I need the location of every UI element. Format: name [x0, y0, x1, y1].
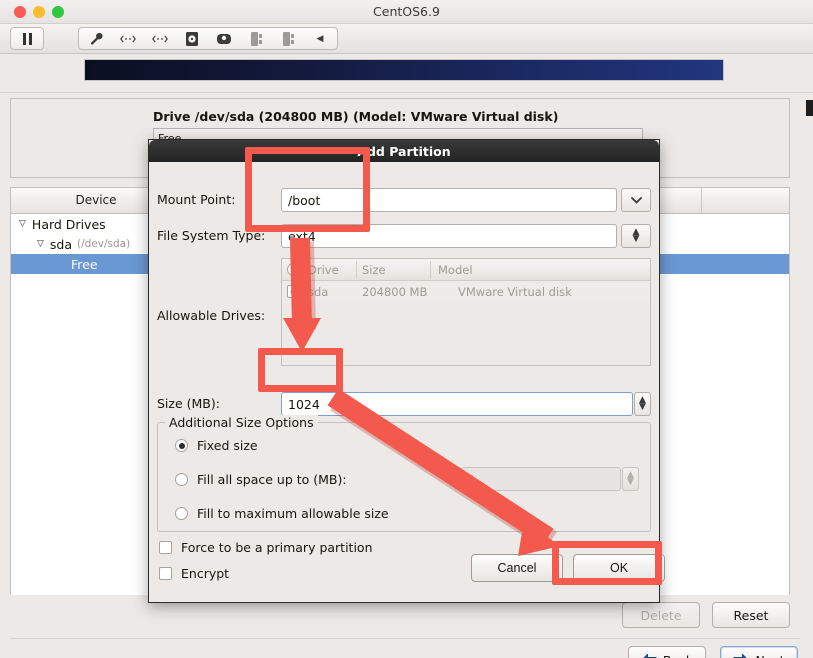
tree-item-label: sda [50, 237, 72, 252]
mount-point-label: Mount Point: [157, 192, 235, 207]
up-down-arrows-icon[interactable]: ▲▼ [621, 224, 651, 248]
size-label: Size (MB): [157, 396, 220, 411]
tree-item-label: Hard Drives [32, 217, 106, 232]
drive-row-model: VMware Virtual disk [458, 285, 572, 299]
harddisk-icon[interactable] [176, 28, 208, 49]
footer-separator [10, 638, 800, 639]
checkbox-label: Force to be a primary partition [181, 540, 373, 555]
allowable-drives-header: Drive Size Model [282, 259, 650, 281]
file-system-type-select[interactable]: ext4 [281, 224, 617, 248]
column-divider-6[interactable] [701, 188, 702, 214]
column-header-model[interactable]: Model [438, 263, 473, 277]
screen-root: CentOS6.9 [0, 0, 813, 658]
drive-row-size: 204800 MB [362, 285, 427, 299]
cdrom-icon[interactable] [208, 28, 240, 49]
checkbox-icon[interactable] [159, 567, 172, 580]
expander-triangle-icon[interactable]: ▽ [37, 239, 44, 249]
additional-size-options-legend: Additional Size Options [165, 415, 318, 430]
size-stepper[interactable]: ▲▼ [634, 392, 651, 416]
back-button[interactable]: Back [628, 646, 706, 658]
drive-row-name: sda [308, 285, 328, 299]
fill-all-space-stepper: ▲▼ [622, 467, 639, 491]
chevron-down-icon[interactable] [621, 188, 651, 212]
window-title: CentOS6.9 [0, 4, 813, 19]
wrench-icon[interactable] [80, 28, 112, 49]
tree-item-device-path: (/dev/sda) [77, 238, 130, 250]
fill-all-space-input: 1 [461, 467, 621, 491]
network-icon-2[interactable] [144, 28, 176, 49]
allowable-drives-table: Drive Size Model ✓ sda 204800 MB VMware … [281, 258, 651, 366]
partition-action-row: Delete Reset [10, 602, 800, 632]
drives-column-divider-1[interactable] [356, 261, 357, 279]
banner-separator [0, 92, 813, 93]
next-arrow-icon [733, 654, 749, 658]
file-system-type-label: File System Type: [157, 228, 265, 243]
column-header-drive[interactable]: Drive [308, 263, 339, 277]
size-input[interactable]: 1024 [281, 392, 633, 416]
dialog-title: Add Partition [149, 140, 659, 162]
back-button-label: Back [663, 653, 693, 658]
next-button-label: Next [755, 653, 784, 658]
radio-icon[interactable] [175, 473, 188, 486]
pause-button[interactable] [10, 27, 44, 50]
pause-icon [23, 33, 32, 45]
checkbox-icon[interactable] [159, 541, 172, 554]
checkbox-encrypt[interactable]: Encrypt [159, 566, 229, 581]
allowable-drives-row[interactable]: ✓ sda 204800 MB VMware Virtual disk [282, 281, 650, 303]
installer-banner [84, 59, 724, 81]
drive-row-checkbox[interactable]: ✓ [287, 285, 300, 298]
collapse-arrow-icon[interactable]: ◀ [304, 28, 336, 49]
vm-toolbar: ◀ [0, 24, 813, 54]
checkbox-label: Encrypt [181, 566, 229, 581]
next-button[interactable]: Next [720, 646, 798, 658]
reset-button[interactable]: Reset [712, 602, 790, 628]
back-arrow-icon [641, 654, 657, 658]
radio-fixed-size[interactable]: Fixed size [175, 438, 258, 453]
network-icon-1[interactable] [112, 28, 144, 49]
radio-label: Fixed size [197, 438, 258, 453]
drive-title: Drive /dev/sda (204800 MB) (Model: VMwar… [153, 109, 558, 124]
radio-label: Fill all space up to (MB): [197, 472, 347, 487]
drives-column-divider-2[interactable] [430, 261, 431, 279]
usb-icon-1[interactable] [240, 28, 272, 49]
expander-triangle-icon[interactable]: ▽ [19, 219, 26, 229]
cancel-button[interactable]: Cancel [471, 554, 563, 582]
mount-point-input[interactable]: /boot [281, 188, 617, 212]
tree-item-label: Free [71, 257, 98, 272]
ok-button[interactable]: OK [573, 554, 665, 582]
allowable-drives-label: Allowable Drives: [157, 308, 265, 323]
checkbox-force-primary[interactable]: Force to be a primary partition [159, 540, 373, 555]
dialog-body: Mount Point: /boot File System Type: ext… [149, 162, 659, 603]
usb-icon-2[interactable] [272, 28, 304, 49]
vm-titlebar: CentOS6.9 [0, 0, 813, 24]
radio-icon-selected[interactable] [175, 439, 188, 452]
column-header-size[interactable]: Size [362, 263, 386, 277]
radio-fill-to-max[interactable]: Fill to maximum allowable size [175, 506, 389, 521]
radio-label: Fill to maximum allowable size [197, 506, 389, 521]
navigation-row: Back Next [0, 646, 813, 658]
radio-fill-all-space[interactable]: Fill all space up to (MB): [175, 472, 347, 487]
add-partition-dialog: Add Partition Mount Point: /boot File Sy… [148, 139, 660, 603]
vm-device-toolbar-group[interactable]: ◀ [78, 27, 338, 50]
select-all-checkbox[interactable] [287, 263, 300, 276]
delete-button[interactable]: Delete [622, 602, 700, 628]
screen-edge-artifact [806, 100, 813, 116]
radio-icon[interactable] [175, 507, 188, 520]
